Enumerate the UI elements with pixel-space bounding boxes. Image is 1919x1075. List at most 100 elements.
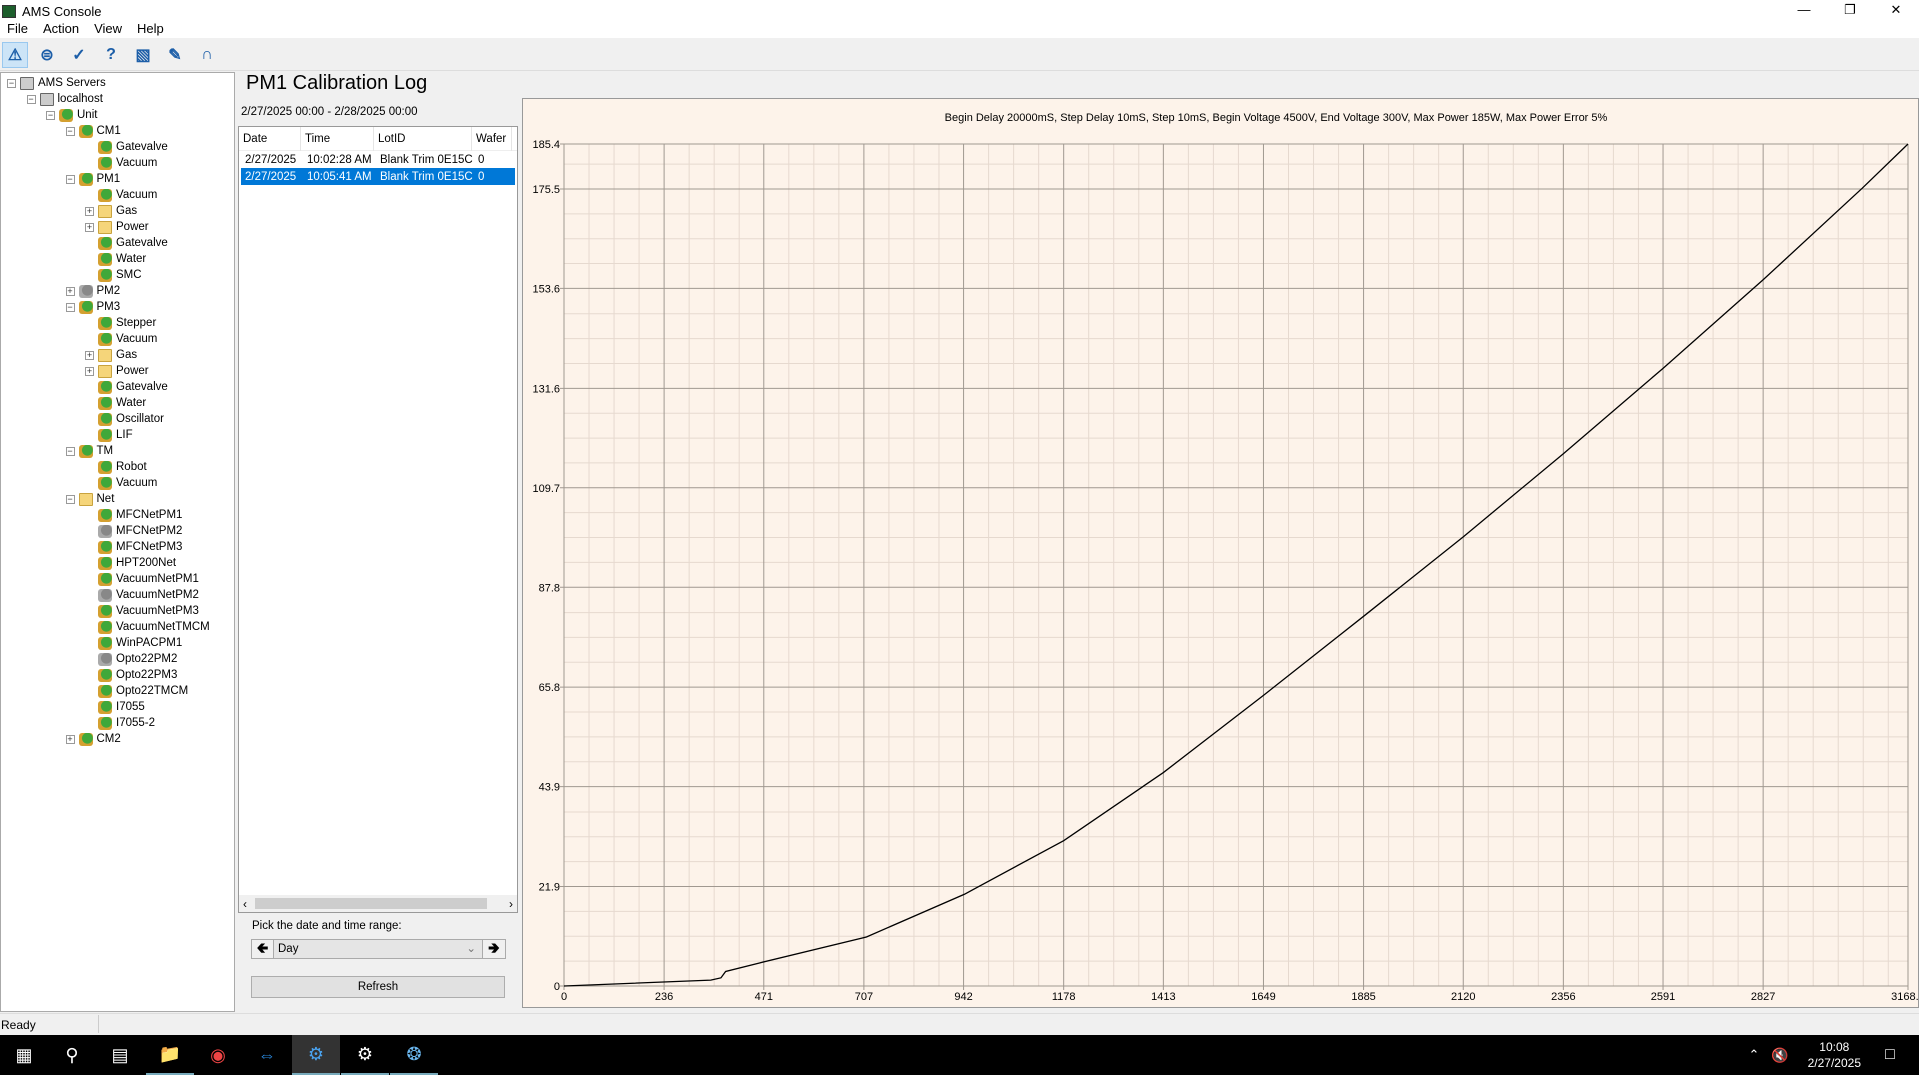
tree-item[interactable]: Water <box>85 395 146 411</box>
menu-view[interactable]: View <box>87 20 130 38</box>
search-icon[interactable]: ⚲ <box>48 1035 96 1075</box>
tree-item[interactable]: + Gas <box>85 203 137 219</box>
expand-icon[interactable]: + <box>65 734 75 744</box>
tree-item[interactable]: Opto22TMCM <box>85 683 188 699</box>
task-view-icon[interactable]: ▤ <box>96 1035 144 1075</box>
clock[interactable]: 10:08 2/27/2025 <box>1808 1039 1861 1071</box>
tree-item[interactable]: VacuumNetTMCM <box>85 619 210 635</box>
collapse-icon[interactable]: − <box>26 94 36 104</box>
scroll-right-icon[interactable]: › <box>509 897 513 911</box>
tree-item[interactable]: − Unit <box>46 107 97 123</box>
tree-item[interactable]: VacuumNetPM3 <box>85 603 199 619</box>
help-info-button[interactable]: ? <box>98 42 124 68</box>
tree-item[interactable]: Gatevalve <box>85 235 168 251</box>
waveform-button[interactable]: ∩ <box>194 42 220 68</box>
tree-item[interactable]: − AMS Servers <box>7 75 106 91</box>
tree-item[interactable]: VacuumNetPM1 <box>85 571 199 587</box>
tree-item[interactable]: Vacuum <box>85 331 157 347</box>
windows-start-icon[interactable]: ▦ <box>0 1035 48 1075</box>
tree-item[interactable]: Robot <box>85 459 147 475</box>
calibration-list[interactable]: Date Time LotID Wafer 2/27/2025 10:02:28 … <box>238 126 518 913</box>
close-button[interactable]: ✕ <box>1873 0 1919 22</box>
previous-arrow-button[interactable]: 🢀 <box>252 940 274 958</box>
column-time[interactable]: Time <box>301 126 374 151</box>
tree-item[interactable]: Gatevalve <box>85 379 168 395</box>
tree-item[interactable]: − CM1 <box>65 123 121 139</box>
minimize-button[interactable]: — <box>1781 0 1827 22</box>
refresh-button[interactable]: Refresh <box>251 976 505 998</box>
collapse-icon[interactable]: − <box>65 126 75 136</box>
menu-file[interactable]: File <box>0 20 36 38</box>
expand-icon[interactable]: + <box>85 366 94 376</box>
menu-action[interactable]: Action <box>36 20 87 38</box>
tree-item[interactable]: MFCNetPM3 <box>85 539 182 555</box>
range-select[interactable]: Day ⌄ <box>274 940 483 958</box>
scroll-thumb[interactable] <box>255 898 487 909</box>
tree-item[interactable]: WinPACPM1 <box>85 635 182 651</box>
tree-item[interactable]: MFCNetPM2 <box>85 523 182 539</box>
tree-item[interactable]: + Gas <box>85 347 137 363</box>
tree-item[interactable]: Vacuum <box>85 475 157 491</box>
collapse-icon[interactable]: − <box>65 174 75 184</box>
tree-item[interactable]: − TM <box>65 443 113 459</box>
tree-item[interactable]: Water <box>85 251 146 267</box>
tree-item[interactable]: I7055-2 <box>85 715 155 731</box>
menu-help[interactable]: Help <box>130 20 172 38</box>
column-wafer[interactable]: Wafer <box>472 126 512 151</box>
ams-console-icon[interactable]: ⚙ <box>292 1035 340 1075</box>
tree-item[interactable]: Opto22PM2 <box>85 651 177 667</box>
column-lotid[interactable]: LotID <box>374 126 472 151</box>
edit-note-button[interactable]: ✎ <box>162 42 188 68</box>
tree-item[interactable]: I7055 <box>85 699 145 715</box>
sync-button[interactable]: ⊜ <box>34 42 60 68</box>
collapse-icon[interactable]: − <box>46 110 55 120</box>
tree-item[interactable]: VacuumNetPM2 <box>85 587 199 603</box>
device-icon <box>98 460 112 474</box>
tree-item[interactable]: − localhost <box>26 91 103 107</box>
settings-icon[interactable]: ⚙ <box>341 1035 389 1075</box>
expand-icon[interactable]: + <box>85 222 94 232</box>
collapse-icon[interactable]: − <box>65 446 75 456</box>
tree-item[interactable]: Oscillator <box>85 411 164 427</box>
scroll-left-icon[interactable]: ‹ <box>243 897 247 911</box>
tree-item[interactable]: − Net <box>65 491 114 507</box>
tree-item[interactable]: − PM1 <box>65 171 120 187</box>
teamviewer-icon[interactable]: ⇔ <box>243 1035 291 1075</box>
speaker-muted-icon[interactable]: 🔇 <box>1768 1035 1792 1075</box>
server-tree[interactable]: − AMS Servers − localhost − Unit − CM1 Gatevalve… <box>0 72 235 1012</box>
expand-icon[interactable]: + <box>85 206 94 216</box>
network-app-icon[interactable]: ❂ <box>390 1035 438 1075</box>
tree-item[interactable]: LIF <box>85 427 133 443</box>
check-button[interactable]: ✓ <box>66 42 92 68</box>
collapse-icon[interactable]: − <box>7 78 16 88</box>
restore-button[interactable]: ❐ <box>1827 0 1873 22</box>
tree-item[interactable]: Gatevalve <box>85 139 168 155</box>
tree-item[interactable]: Vacuum <box>85 187 157 203</box>
horizontal-scrollbar[interactable]: ‹ › <box>239 895 517 912</box>
column-date[interactable]: Date <box>239 126 301 151</box>
chevron-up-icon[interactable]: ⌃ <box>1742 1035 1766 1075</box>
chrome-icon[interactable]: ◉ <box>194 1035 242 1075</box>
list-row[interactable]: 2/27/2025 10:05:41 AM Blank Trim 0E15C 0 <box>241 168 515 185</box>
windows-button[interactable]: ▧ <box>130 42 156 68</box>
tree-item[interactable]: + Power <box>85 363 149 379</box>
next-arrow-button[interactable]: 🢂 <box>483 940 505 958</box>
tree-item[interactable]: + PM2 <box>65 283 120 299</box>
notifications-icon[interactable]: □ <box>1866 1035 1914 1075</box>
expand-icon[interactable]: + <box>85 350 94 360</box>
tree-item[interactable]: SMC <box>85 267 142 283</box>
tree-item[interactable]: Opto22PM3 <box>85 667 177 683</box>
list-row[interactable]: 2/27/2025 10:02:28 AM Blank Trim 0E15C 0 <box>241 151 515 168</box>
collapse-icon[interactable]: − <box>65 302 75 312</box>
alert-button[interactable]: ⚠ <box>2 41 28 68</box>
tree-item[interactable]: + Power <box>85 219 149 235</box>
tree-item[interactable]: HPT200Net <box>85 555 176 571</box>
collapse-icon[interactable]: − <box>65 494 75 504</box>
tree-item[interactable]: Stepper <box>85 315 156 331</box>
tree-item[interactable]: MFCNetPM1 <box>85 507 182 523</box>
expand-icon[interactable]: + <box>65 286 75 296</box>
file-explorer-icon[interactable]: 📁 <box>146 1035 194 1075</box>
tree-item[interactable]: − PM3 <box>65 299 120 315</box>
tree-item[interactable]: Vacuum <box>85 155 157 171</box>
tree-item[interactable]: + CM2 <box>65 731 121 747</box>
